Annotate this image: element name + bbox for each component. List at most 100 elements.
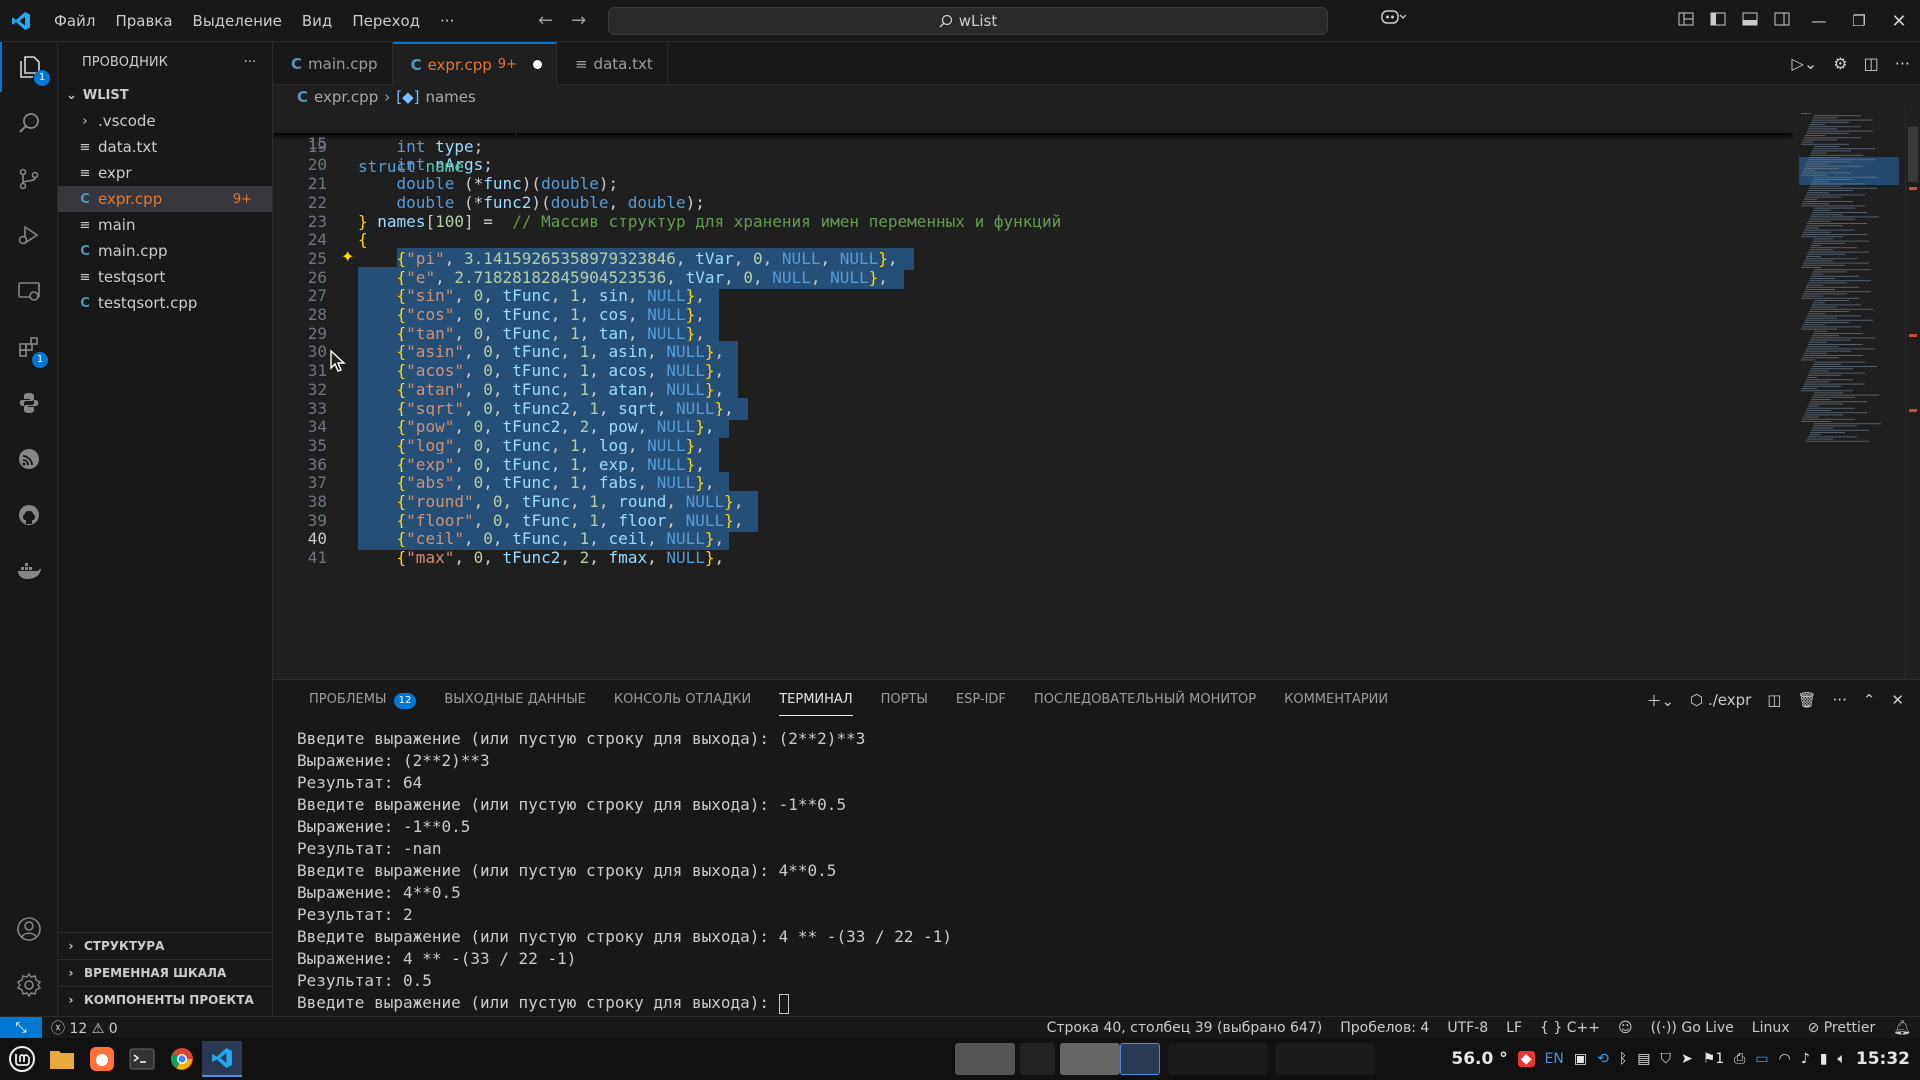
copilot-icon[interactable] — [1380, 0, 1407, 42]
music-note-icon[interactable]: ♪ — [1801, 1051, 1810, 1067]
workspace-thumbnail-2[interactable] — [1020, 1043, 1055, 1075]
split-terminal-icon[interactable]: ◫ — [1767, 691, 1781, 709]
menu-more[interactable]: ··· — [430, 0, 464, 42]
menu-view[interactable]: Вид — [292, 0, 342, 42]
clipboard-icon[interactable]: ▤ — [1637, 1051, 1650, 1067]
editor-scrollbar[interactable] — [1905, 109, 1920, 679]
split-editor-icon[interactable]: ◫ — [1864, 54, 1879, 73]
cursor-position[interactable]: Строка 40, столбец 39 (выбрано 647) — [1038, 1020, 1332, 1036]
file-tree-item[interactable]: ≡ main — [58, 212, 272, 238]
tab-debug-console[interactable]: КОНСОЛЬ ОТЛАДКИ — [600, 680, 765, 720]
code-line[interactable]: 41 {"max", 0, tFunc2, 2, fmax, NULL}, — [273, 546, 1793, 569]
file-tree-item[interactable]: ≡ expr — [58, 160, 272, 186]
more-actions-icon[interactable]: ··· — [1833, 691, 1847, 709]
run-file-icon[interactable]: ▷⌄ — [1792, 54, 1818, 73]
workspace-thumbnail-6[interactable] — [1275, 1043, 1375, 1075]
trash-icon[interactable]: 🗑 — [1797, 691, 1816, 709]
github-icon[interactable] — [0, 490, 58, 540]
indentation[interactable]: Пробелов: 4 — [1331, 1020, 1438, 1036]
remote-indicator-icon[interactable]: ⤡ — [0, 1016, 42, 1039]
problems-status[interactable]: ⓧ 12 ⚠ 0 — [42, 1018, 127, 1038]
tab-esp-idf[interactable]: ESP-IDF — [942, 680, 1020, 720]
file-tree-item[interactable]: Cmain.cpp — [58, 238, 272, 264]
more-actions-icon[interactable]: ··· — [1895, 54, 1910, 73]
notification-count-icon[interactable]: ⚑1 — [1703, 1051, 1724, 1067]
accounts-icon[interactable] — [0, 904, 58, 954]
printer-icon[interactable]: ⎙ — [1734, 1051, 1745, 1067]
command-center-search[interactable]: wList — [608, 7, 1328, 35]
files-folder-icon[interactable] — [42, 1041, 82, 1077]
minimize-icon[interactable]: — — [1798, 12, 1840, 30]
tab-ports[interactable]: ПОРТЫ — [867, 680, 942, 720]
forward-arrow-icon[interactable]: → — [571, 0, 586, 42]
terminal-instance[interactable]: ⬡ ./expr — [1690, 691, 1751, 709]
settings-gear-icon[interactable] — [0, 960, 58, 1010]
source-control-icon[interactable] — [0, 154, 58, 204]
tab-main-cpp[interactable]: C main.cpp — [273, 42, 393, 85]
volume-icon[interactable]: 🔈︎ — [1837, 1051, 1845, 1067]
file-tree-item[interactable]: › .vscode — [58, 108, 272, 134]
extensions-icon[interactable]: 1 — [0, 322, 58, 372]
maximize-panel-icon[interactable]: ⌃ — [1863, 691, 1876, 709]
toggle-sidebar-icon[interactable] — [1702, 12, 1734, 30]
back-arrow-icon[interactable]: ← — [538, 0, 553, 42]
flag-icon[interactable]: ▭ — [1755, 1051, 1768, 1067]
terminal-output[interactable]: Введите выражение (или пустую строку для… — [297, 728, 952, 1014]
anydesk-icon[interactable]: ◆ — [1517, 1051, 1535, 1067]
battery-icon[interactable]: ▮ — [1820, 1051, 1828, 1067]
sidebar-more-icon[interactable]: ··· — [244, 55, 256, 70]
prettier-status[interactable]: ⊘ Prettier — [1799, 1020, 1885, 1036]
menu-selection[interactable]: Выделение — [183, 0, 292, 42]
sync-icon[interactable]: ⟲ — [1597, 1051, 1609, 1067]
menu-file[interactable]: Файл — [44, 0, 105, 42]
tab-serial-monitor[interactable]: ПОСЛЕДОВАТЕЛЬНЫЙ МОНИТОР — [1020, 680, 1270, 720]
run-debug-icon[interactable] — [0, 210, 58, 260]
outline-section[interactable]: › СТРУКТУРА — [58, 932, 273, 958]
wifi-icon[interactable]: ◠ — [1779, 1051, 1791, 1067]
tab-expr-cpp[interactable]: C expr.cpp 9+ — [392, 42, 557, 85]
project-components-section[interactable]: › КОМПОНЕНТЫ ПРОЕКТА — [58, 986, 273, 1012]
chrome-icon[interactable] — [162, 1041, 202, 1077]
breadcrumb-file[interactable]: expr.cpp — [314, 88, 378, 106]
menu-go[interactable]: Переход — [342, 0, 430, 42]
file-tree-item[interactable]: Ctestqsort.cpp — [58, 290, 272, 316]
unsaved-dot-icon[interactable] — [532, 60, 542, 69]
workspace-thumbnail-3[interactable] — [1060, 1043, 1120, 1075]
end-of-line[interactable]: LF — [1497, 1020, 1531, 1036]
bluetooth-icon[interactable]: ᛒ — [1619, 1051, 1627, 1067]
python-icon[interactable] — [0, 378, 58, 428]
restore-icon[interactable]: ❐ — [1840, 12, 1878, 30]
close-panel-icon[interactable]: ✕ — [1891, 691, 1904, 709]
go-live-button[interactable]: ((·)) Go Live — [1642, 1020, 1743, 1036]
customize-layout-icon[interactable] — [1670, 12, 1702, 30]
workspace-thumbnail-4[interactable] — [1120, 1043, 1160, 1075]
toggle-panel-icon[interactable] — [1734, 12, 1766, 30]
tab-output[interactable]: ВЫХОДНЫЕ ДАННЫЕ — [430, 680, 600, 720]
explorer-icon[interactable]: 1 — [0, 42, 58, 92]
mint-menu-icon[interactable] — [2, 1041, 42, 1077]
tab-problems[interactable]: ПРОБЛЕМЫ 12 — [295, 680, 430, 720]
code-editor[interactable]: 15 struct name 18 double value;19 int ty… — [273, 109, 1793, 679]
copilot-sparkle-icon[interactable]: ✦ — [341, 247, 354, 266]
terminal-app-icon[interactable] — [122, 1041, 162, 1077]
minimap[interactable] — [1793, 109, 1905, 679]
search-view-icon[interactable] — [0, 98, 58, 148]
language-mode[interactable]: { } C++ — [1531, 1020, 1609, 1036]
gear-icon[interactable]: ⚙ — [1833, 54, 1847, 73]
firefox-icon[interactable] — [82, 1041, 122, 1077]
new-terminal-icon[interactable]: ＋⌄ — [1646, 690, 1674, 711]
sticky-scroll-line[interactable]: 15 struct name — [273, 109, 1793, 176]
os-indicator[interactable]: Linux — [1743, 1020, 1799, 1036]
workspace-thumbnail-5[interactable] — [1168, 1043, 1268, 1075]
remote-explorer-icon[interactable] — [0, 266, 58, 316]
breadcrumb-symbol[interactable]: names — [425, 88, 475, 106]
camera-icon[interactable]: ▣ — [1574, 1051, 1587, 1067]
file-tree-item[interactable]: ≡ data.txt — [58, 134, 272, 160]
telegram-icon[interactable]: ➤ — [1681, 1051, 1693, 1067]
file-tree-item[interactable]: ≡ testqsort — [58, 264, 272, 290]
workspace-folder[interactable]: ⌄ WLIST — [58, 82, 272, 108]
copilot-status-icon[interactable]: ☺ — [1609, 1020, 1642, 1036]
timeline-section[interactable]: › ВРЕМЕННАЯ ШКАЛА — [58, 959, 273, 985]
toggle-secondary-sidebar-icon[interactable] — [1766, 12, 1798, 30]
docker-icon[interactable] — [0, 546, 58, 596]
